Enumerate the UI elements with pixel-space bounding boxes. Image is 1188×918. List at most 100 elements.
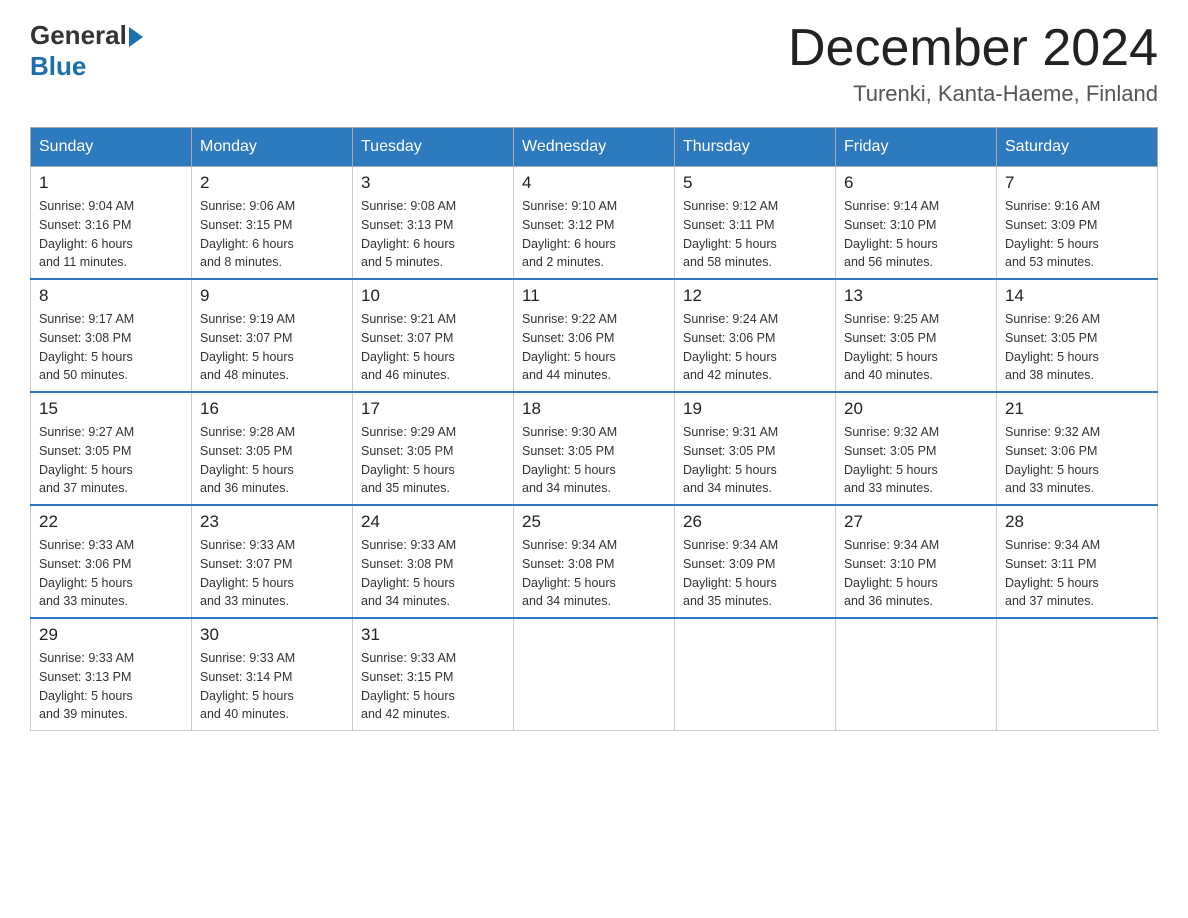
day-info: Sunrise: 9:26 AMSunset: 3:05 PMDaylight:… xyxy=(1005,310,1149,385)
calendar-cell: 21Sunrise: 9:32 AMSunset: 3:06 PMDayligh… xyxy=(997,392,1158,505)
calendar-cell xyxy=(514,618,675,731)
calendar-cell: 20 Sunrise: 9:32 AMSunset: 3:05 PMDayligh… xyxy=(836,392,997,505)
day-number: 7 xyxy=(1005,173,1149,193)
location-text: Turenki, Kanta-Haeme, Finland xyxy=(788,81,1158,107)
calendar-cell: 15 Sunrise: 9:27 AMSunset: 3:05 PMDayligh… xyxy=(31,392,192,505)
day-info: Sunrise: 9:33 AMSunset: 3:08 PMDaylight:… xyxy=(361,536,505,611)
day-number: 4 xyxy=(522,173,666,193)
calendar-table: SundayMondayTuesdayWednesdayThursdayFrid… xyxy=(30,127,1158,731)
calendar-cell: 11Sunrise: 9:22 AMSunset: 3:06 PMDayligh… xyxy=(514,279,675,392)
day-info: Sunrise: 9:24 AMSunset: 3:06 PMDaylight:… xyxy=(683,310,827,385)
day-number: 26 xyxy=(683,512,827,532)
logo-triangle-icon xyxy=(129,27,143,47)
title-section: December 2024 Turenki, Kanta-Haeme, Finl… xyxy=(788,20,1158,107)
header-tuesday: Tuesday xyxy=(353,128,514,167)
day-number: 10 xyxy=(361,286,505,306)
day-info: Sunrise: 9:29 AMSunset: 3:05 PMDaylight:… xyxy=(361,423,505,498)
header-monday: Monday xyxy=(192,128,353,167)
calendar-cell: 25 Sunrise: 9:34 AMSunset: 3:08 PMDayligh… xyxy=(514,505,675,618)
day-number: 23 xyxy=(200,512,344,532)
calendar-cell: 22 Sunrise: 9:33 AMSunset: 3:06 PMDayligh… xyxy=(31,505,192,618)
calendar-cell: 1Sunrise: 9:04 AMSunset: 3:16 PMDaylight… xyxy=(31,167,192,280)
day-info: Sunrise: 9:08 AMSunset: 3:13 PMDaylight:… xyxy=(361,197,505,272)
day-info: Sunrise: 9:33 AMSunset: 3:06 PMDaylight:… xyxy=(39,536,183,611)
day-number: 25 xyxy=(522,512,666,532)
calendar-week-row: 15 Sunrise: 9:27 AMSunset: 3:05 PMDayligh… xyxy=(31,392,1158,505)
header-saturday: Saturday xyxy=(997,128,1158,167)
day-number: 12 xyxy=(683,286,827,306)
day-info: Sunrise: 9:33 AMSunset: 3:14 PMDaylight:… xyxy=(200,649,344,724)
calendar-cell: 27Sunrise: 9:34 AMSunset: 3:10 PMDayligh… xyxy=(836,505,997,618)
day-number: 17 xyxy=(361,399,505,419)
day-info: Sunrise: 9:34 AMSunset: 3:08 PMDaylight:… xyxy=(522,536,666,611)
day-number: 20 xyxy=(844,399,988,419)
day-info: Sunrise: 9:06 AMSunset: 3:15 PMDaylight:… xyxy=(200,197,344,272)
day-info: Sunrise: 9:34 AMSunset: 3:10 PMDaylight:… xyxy=(844,536,988,611)
day-info: Sunrise: 9:21 AMSunset: 3:07 PMDaylight:… xyxy=(361,310,505,385)
day-number: 9 xyxy=(200,286,344,306)
day-info: Sunrise: 9:04 AMSunset: 3:16 PMDaylight:… xyxy=(39,197,183,272)
header-thursday: Thursday xyxy=(675,128,836,167)
day-number: 15 xyxy=(39,399,183,419)
day-number: 8 xyxy=(39,286,183,306)
calendar-cell: 10 Sunrise: 9:21 AMSunset: 3:07 PMDayligh… xyxy=(353,279,514,392)
calendar-cell xyxy=(675,618,836,731)
day-number: 16 xyxy=(200,399,344,419)
day-number: 18 xyxy=(522,399,666,419)
day-info: Sunrise: 9:30 AMSunset: 3:05 PMDaylight:… xyxy=(522,423,666,498)
calendar-cell: 24 Sunrise: 9:33 AMSunset: 3:08 PMDayligh… xyxy=(353,505,514,618)
calendar-cell: 8 Sunrise: 9:17 AMSunset: 3:08 PMDaylight… xyxy=(31,279,192,392)
day-info: Sunrise: 9:33 AMSunset: 3:07 PMDaylight:… xyxy=(200,536,344,611)
calendar-cell: 2 Sunrise: 9:06 AMSunset: 3:15 PMDaylight… xyxy=(192,167,353,280)
calendar-cell: 31Sunrise: 9:33 AMSunset: 3:15 PMDayligh… xyxy=(353,618,514,731)
calendar-cell: 6Sunrise: 9:14 AMSunset: 3:10 PMDaylight… xyxy=(836,167,997,280)
day-info: Sunrise: 9:25 AMSunset: 3:05 PMDaylight:… xyxy=(844,310,988,385)
page-header: General Blue December 2024 Turenki, Kant… xyxy=(30,20,1158,107)
calendar-week-row: 22 Sunrise: 9:33 AMSunset: 3:06 PMDayligh… xyxy=(31,505,1158,618)
calendar-cell: 5 Sunrise: 9:12 AMSunset: 3:11 PMDaylight… xyxy=(675,167,836,280)
day-info: Sunrise: 9:33 AMSunset: 3:13 PMDaylight:… xyxy=(39,649,183,724)
day-info: Sunrise: 9:32 AMSunset: 3:06 PMDaylight:… xyxy=(1005,423,1149,498)
day-info: Sunrise: 9:19 AMSunset: 3:07 PMDaylight:… xyxy=(200,310,344,385)
day-info: Sunrise: 9:12 AMSunset: 3:11 PMDaylight:… xyxy=(683,197,827,272)
day-info: Sunrise: 9:34 AMSunset: 3:11 PMDaylight:… xyxy=(1005,536,1149,611)
calendar-cell: 7 Sunrise: 9:16 AMSunset: 3:09 PMDaylight… xyxy=(997,167,1158,280)
calendar-cell: 3 Sunrise: 9:08 AMSunset: 3:13 PMDaylight… xyxy=(353,167,514,280)
day-info: Sunrise: 9:28 AMSunset: 3:05 PMDaylight:… xyxy=(200,423,344,498)
day-number: 24 xyxy=(361,512,505,532)
month-title: December 2024 xyxy=(788,20,1158,77)
calendar-cell: 17 Sunrise: 9:29 AMSunset: 3:05 PMDayligh… xyxy=(353,392,514,505)
calendar-cell: 16 Sunrise: 9:28 AMSunset: 3:05 PMDayligh… xyxy=(192,392,353,505)
calendar-week-row: 8 Sunrise: 9:17 AMSunset: 3:08 PMDaylight… xyxy=(31,279,1158,392)
day-info: Sunrise: 9:31 AMSunset: 3:05 PMDaylight:… xyxy=(683,423,827,498)
calendar-cell: 29 Sunrise: 9:33 AMSunset: 3:13 PMDayligh… xyxy=(31,618,192,731)
calendar-week-row: 29 Sunrise: 9:33 AMSunset: 3:13 PMDayligh… xyxy=(31,618,1158,731)
day-number: 22 xyxy=(39,512,183,532)
day-number: 31 xyxy=(361,625,505,645)
logo-general-text: General xyxy=(30,20,127,51)
day-info: Sunrise: 9:17 AMSunset: 3:08 PMDaylight:… xyxy=(39,310,183,385)
day-number: 19 xyxy=(683,399,827,419)
calendar-cell: 30Sunrise: 9:33 AMSunset: 3:14 PMDayligh… xyxy=(192,618,353,731)
calendar-cell: 13Sunrise: 9:25 AMSunset: 3:05 PMDayligh… xyxy=(836,279,997,392)
calendar-cell: 23 Sunrise: 9:33 AMSunset: 3:07 PMDayligh… xyxy=(192,505,353,618)
calendar-cell: 9 Sunrise: 9:19 AMSunset: 3:07 PMDaylight… xyxy=(192,279,353,392)
header-friday: Friday xyxy=(836,128,997,167)
calendar-cell xyxy=(997,618,1158,731)
day-info: Sunrise: 9:34 AMSunset: 3:09 PMDaylight:… xyxy=(683,536,827,611)
day-number: 2 xyxy=(200,173,344,193)
calendar-cell: 14Sunrise: 9:26 AMSunset: 3:05 PMDayligh… xyxy=(997,279,1158,392)
day-info: Sunrise: 9:16 AMSunset: 3:09 PMDaylight:… xyxy=(1005,197,1149,272)
calendar-cell: 19 Sunrise: 9:31 AMSunset: 3:05 PMDayligh… xyxy=(675,392,836,505)
calendar-week-row: 1Sunrise: 9:04 AMSunset: 3:16 PMDaylight… xyxy=(31,167,1158,280)
day-info: Sunrise: 9:32 AMSunset: 3:05 PMDaylight:… xyxy=(844,423,988,498)
calendar-cell: 26 Sunrise: 9:34 AMSunset: 3:09 PMDayligh… xyxy=(675,505,836,618)
day-info: Sunrise: 9:27 AMSunset: 3:05 PMDaylight:… xyxy=(39,423,183,498)
logo-blue-text: Blue xyxy=(30,51,86,82)
day-number: 3 xyxy=(361,173,505,193)
day-number: 5 xyxy=(683,173,827,193)
day-number: 28 xyxy=(1005,512,1149,532)
calendar-cell: 4Sunrise: 9:10 AMSunset: 3:12 PMDaylight… xyxy=(514,167,675,280)
day-number: 29 xyxy=(39,625,183,645)
calendar-cell: 12 Sunrise: 9:24 AMSunset: 3:06 PMDayligh… xyxy=(675,279,836,392)
